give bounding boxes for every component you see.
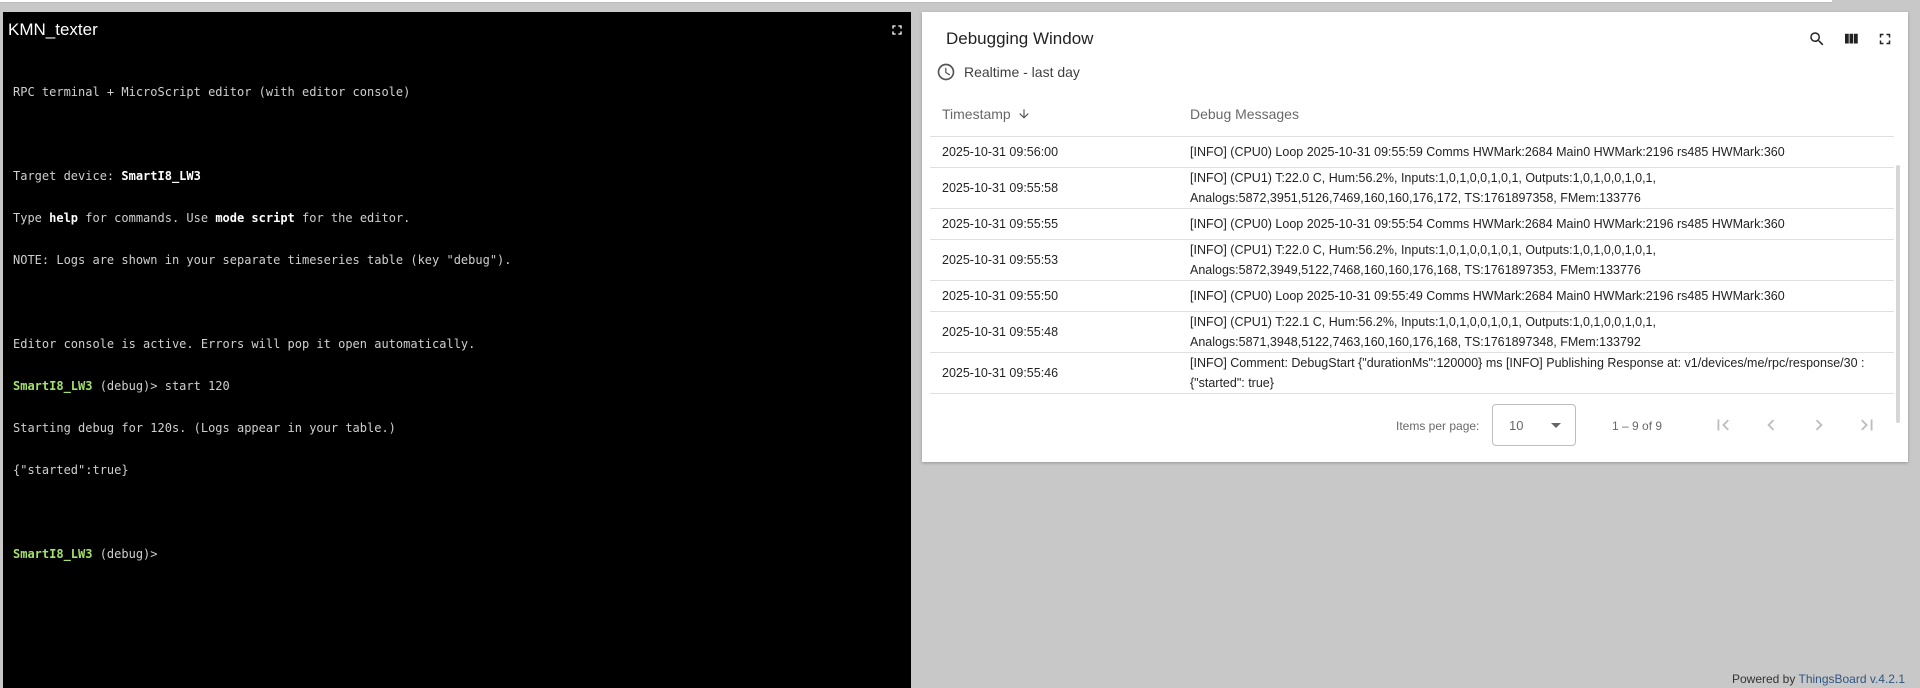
terminal-command-line: SmartI8_LW3 (debug)> start 120	[13, 379, 901, 393]
column-timestamp-label: Timestamp	[942, 106, 1011, 122]
row-timestamp: 2025-10-31 09:55:58	[942, 181, 1059, 195]
table-row[interactable]: 2025-10-31 09:55:48 [INFO] (CPU1) T:22.1 …	[930, 312, 1894, 353]
prev-page-icon[interactable]	[1760, 414, 1782, 436]
powered-by-label: Powered by	[1731, 672, 1799, 686]
table-row[interactable]: 2025-10-31 09:55:46 [INFO] Comment: Debug…	[930, 353, 1894, 394]
arrow-down-icon	[1019, 109, 1029, 119]
terminal-intro: RPC terminal + MicroScript editor (with …	[13, 85, 411, 99]
fullscreen-icon[interactable]	[1876, 30, 1894, 48]
terminal-response-json: {"started":true}	[13, 463, 129, 477]
help-cmd: help	[49, 211, 79, 225]
page-range-label: 1 – 9 of 9	[1612, 419, 1663, 433]
table-body[interactable]: 2025-10-31 09:56:00 [INFO] (CPU0) Loop 20…	[930, 137, 1900, 423]
table-row[interactable]: 2025-10-31 09:55:50 [INFO] (CPU0) Loop 20…	[930, 281, 1894, 312]
table-row[interactable]: 2025-10-31 09:56:00 [INFO] (CPU0) Loop 20…	[930, 137, 1894, 168]
terminal-prompt[interactable]: SmartI8_LW3 (debug)>	[13, 547, 901, 561]
terminal-output[interactable]: RPC terminal + MicroScript editor (with …	[13, 57, 901, 589]
target-device: SmartI8_LW3	[121, 169, 201, 183]
paginator: Items per page: 10 1 – 9 of 9	[922, 404, 1908, 448]
help-pre: Type	[13, 211, 50, 225]
widget-title: Debugging Window	[946, 29, 1094, 48]
row-message: [INFO] (CPU1) T:22.0 C, Hum:56.2%, Input…	[1190, 243, 1656, 277]
timewindow-selector[interactable]: Realtime - last day	[936, 62, 1080, 82]
row-timestamp: 2025-10-31 09:55:55	[942, 217, 1059, 231]
timewindow-label: Realtime - last day	[964, 64, 1080, 80]
row-message: [INFO] (CPU1) T:22.0 C, Hum:56.2%, Input…	[1190, 171, 1656, 205]
row-message: [INFO] (CPU0) Loop 2025-10-31 09:55:54 C…	[1190, 217, 1785, 231]
table-scrollbar[interactable]	[1896, 165, 1900, 423]
help-mode: mode script	[215, 211, 295, 225]
row-message: [INFO] (CPU1) T:22.1 C, Hum:56.2%, Input…	[1190, 315, 1656, 349]
terminal-console-line: Editor console is active. Errors will po…	[13, 337, 476, 351]
prompt2-device: SmartI8_LW3	[13, 547, 93, 561]
prompt2-mode: (debug)>	[92, 547, 158, 561]
row-message: [INFO] (CPU0) Loop 2025-10-31 09:55:49 C…	[1190, 289, 1785, 303]
row-timestamp: 2025-10-31 09:55:50	[942, 289, 1059, 303]
help-mid: for commands. Use	[78, 211, 216, 225]
next-page-icon[interactable]	[1808, 414, 1830, 436]
row-timestamp: 2025-10-31 09:56:00	[942, 145, 1059, 159]
debug-table: Timestamp Debug Messages 2025-10-31 09:5…	[930, 92, 1900, 423]
help-post: for the editor.	[294, 211, 411, 225]
chevron-down-icon	[1551, 423, 1561, 428]
first-page-icon[interactable]	[1712, 414, 1734, 436]
terminal-note-line: NOTE: Logs are shown in your separate ti…	[13, 253, 512, 267]
table-row[interactable]: 2025-10-31 09:55:53 [INFO] (CPU1) T:22.0 …	[930, 240, 1894, 281]
search-icon[interactable]	[1808, 30, 1826, 48]
last-page-icon[interactable]	[1856, 414, 1878, 436]
thingsboard-link[interactable]: ThingsBoard v.4.2.1	[1798, 672, 1905, 686]
terminal-help-line: Type help for commands. Use mode script …	[13, 211, 901, 225]
table-row[interactable]: 2025-10-31 09:55:55 [INFO] (CPU0) Loop 20…	[930, 209, 1894, 240]
row-timestamp: 2025-10-31 09:55:46	[942, 366, 1059, 380]
column-timestamp[interactable]: Timestamp	[930, 106, 1190, 122]
clock-icon	[937, 63, 955, 81]
widget-actions	[1808, 30, 1894, 48]
row-message: [INFO] (CPU0) Loop 2025-10-31 09:55:59 C…	[1190, 145, 1785, 159]
fullscreen-icon[interactable]	[889, 22, 905, 38]
table-row[interactable]: 2025-10-31 09:55:58 [INFO] (CPU1) T:22.0 …	[930, 168, 1894, 209]
page-size-value: 10	[1509, 418, 1524, 433]
terminal-response-line: Starting debug for 120s. (Logs appear in…	[13, 421, 396, 435]
row-timestamp: 2025-10-31 09:55:48	[942, 325, 1059, 339]
prompt-device: SmartI8_LW3	[13, 379, 93, 393]
terminal-command: start 120	[164, 379, 230, 393]
table-header: Timestamp Debug Messages	[930, 92, 1894, 137]
column-messages[interactable]: Debug Messages	[1190, 106, 1299, 122]
top-bar	[0, 0, 1832, 3]
target-prefix: Target device:	[13, 169, 122, 183]
terminal-widget[interactable]: KMN_texter RPC terminal + MicroScript ed…	[3, 12, 911, 688]
terminal-target-line: Target device: SmartI8_LW3	[13, 169, 901, 183]
page-size-select[interactable]: 10	[1492, 404, 1576, 446]
columns-icon[interactable]	[1842, 30, 1860, 48]
footer: Powered by ThingsBoard v.4.2.1	[1732, 672, 1905, 686]
terminal-title: KMN_texter	[8, 20, 98, 39]
row-message: [INFO] Comment: DebugStart {"durationMs"…	[1190, 356, 1865, 390]
row-timestamp: 2025-10-31 09:55:53	[942, 253, 1059, 267]
prompt-mode: (debug)>	[92, 379, 165, 393]
items-per-page-label: Items per page:	[1396, 419, 1480, 433]
debugging-window-widget: Debugging Window Realtime - last day Tim…	[922, 12, 1908, 462]
